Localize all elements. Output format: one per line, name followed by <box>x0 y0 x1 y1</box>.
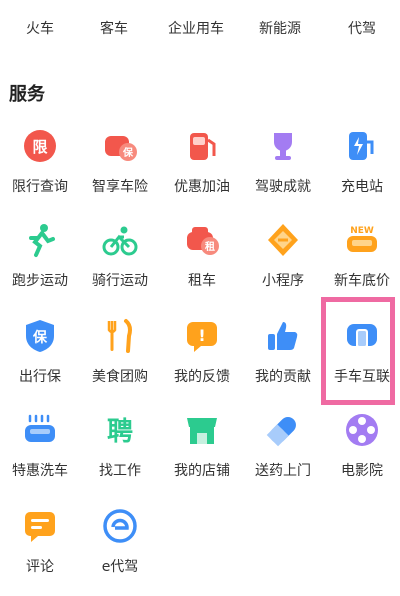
svg-text:!: ! <box>198 326 205 345</box>
service-item-cinema[interactable]: 电影院 <box>322 412 400 500</box>
service-label: e代驾 <box>101 559 139 575</box>
car-insurance-icon: 保 <box>102 128 138 164</box>
top-item-new-energy[interactable]: 新能源 <box>240 18 320 38</box>
service-item-restriction[interactable]: 限限行查询 <box>0 128 80 216</box>
thumbs-up-icon <box>265 318 301 354</box>
svg-text:保: 保 <box>32 329 48 346</box>
service-label: 小程序 <box>262 273 304 289</box>
food-icon <box>102 318 138 354</box>
cycling-icon <box>102 222 138 258</box>
top-item-bus[interactable]: 客车 <box>74 18 154 38</box>
service-label: 限行查询 <box>12 179 68 195</box>
svg-text:聘: 聘 <box>107 417 133 447</box>
highlight-frame <box>321 297 395 405</box>
service-item-car-rental[interactable]: 租租车 <box>162 222 242 310</box>
top-item-designated-driver[interactable]: 代驾 <box>322 18 400 38</box>
svg-text:租: 租 <box>205 240 215 253</box>
service-label: 特惠洗车 <box>12 463 68 479</box>
trophy-icon <box>265 128 301 164</box>
service-label: 跑步运动 <box>12 273 68 289</box>
car-rental-icon: 租 <box>184 222 220 258</box>
service-label: 智享车险 <box>92 179 148 195</box>
top-item-train[interactable]: 火车 <box>0 18 80 38</box>
service-item-fuel-pump[interactable]: 优惠加油 <box>162 128 242 216</box>
job-icon: 聘 <box>102 412 138 448</box>
feedback-icon: ! <box>184 318 220 354</box>
svg-text:保: 保 <box>122 146 134 159</box>
service-label: 我的贡献 <box>255 369 311 385</box>
service-label: 充电站 <box>341 179 383 195</box>
service-item-trophy[interactable]: 驾驶成就 <box>243 128 323 216</box>
fuel-pump-icon <box>184 128 220 164</box>
service-label: 美食团购 <box>92 369 148 385</box>
new-car-icon: NEW <box>344 222 380 258</box>
service-item-cycling[interactable]: 骑行运动 <box>80 222 160 310</box>
e-driver-icon <box>102 508 138 544</box>
service-item-charging-station[interactable]: 充电站 <box>322 128 400 216</box>
service-item-shop[interactable]: 我的店铺 <box>162 412 242 500</box>
service-label: 新车底价 <box>334 273 390 289</box>
service-item-food[interactable]: 美食团购 <box>80 318 160 406</box>
service-label: 出行保 <box>19 369 61 385</box>
service-label: 找工作 <box>99 463 141 479</box>
charging-station-icon <box>344 128 380 164</box>
comment-icon <box>22 508 58 544</box>
service-item-e-driver[interactable]: e代驾 <box>80 508 160 596</box>
restriction-icon: 限 <box>22 128 58 164</box>
service-label: 租车 <box>188 273 216 289</box>
service-label: 驾驶成就 <box>255 179 311 195</box>
svg-text:限: 限 <box>32 138 47 156</box>
travel-insurance-icon: 保 <box>22 318 58 354</box>
running-icon <box>22 222 58 258</box>
cinema-icon <box>344 412 380 448</box>
shop-icon <box>184 412 220 448</box>
car-wash-icon <box>22 412 58 448</box>
service-label: 骑行运动 <box>92 273 148 289</box>
service-item-comment[interactable]: 评论 <box>0 508 80 596</box>
service-item-car-wash[interactable]: 特惠洗车 <box>0 412 80 500</box>
section-title: 服务 <box>9 84 45 105</box>
service-label: 评论 <box>26 559 54 575</box>
service-item-travel-insurance[interactable]: 保出行保 <box>0 318 80 406</box>
medicine-icon <box>265 412 301 448</box>
service-item-job[interactable]: 聘找工作 <box>80 412 160 500</box>
service-item-car-insurance[interactable]: 保智享车险 <box>80 128 160 216</box>
service-item-running[interactable]: 跑步运动 <box>0 222 80 310</box>
mini-program-icon <box>265 222 301 258</box>
service-label: 我的反馈 <box>174 369 230 385</box>
service-item-medicine[interactable]: 送药上门 <box>243 412 323 500</box>
top-item-enterprise-car[interactable]: 企业用车 <box>156 18 236 38</box>
service-item-thumbs-up[interactable]: 我的贡献 <box>243 318 323 406</box>
service-label: 电影院 <box>341 463 383 479</box>
service-item-feedback[interactable]: ! 我的反馈 <box>162 318 242 406</box>
top-category-row: 火车 客车 企业用车 新能源 代驾 <box>0 0 400 44</box>
svg-text:NEW: NEW <box>350 226 374 236</box>
service-label: 优惠加油 <box>174 179 230 195</box>
service-label: 送药上门 <box>255 463 311 479</box>
service-label: 我的店铺 <box>174 463 230 479</box>
service-item-mini-program[interactable]: 小程序 <box>243 222 323 310</box>
